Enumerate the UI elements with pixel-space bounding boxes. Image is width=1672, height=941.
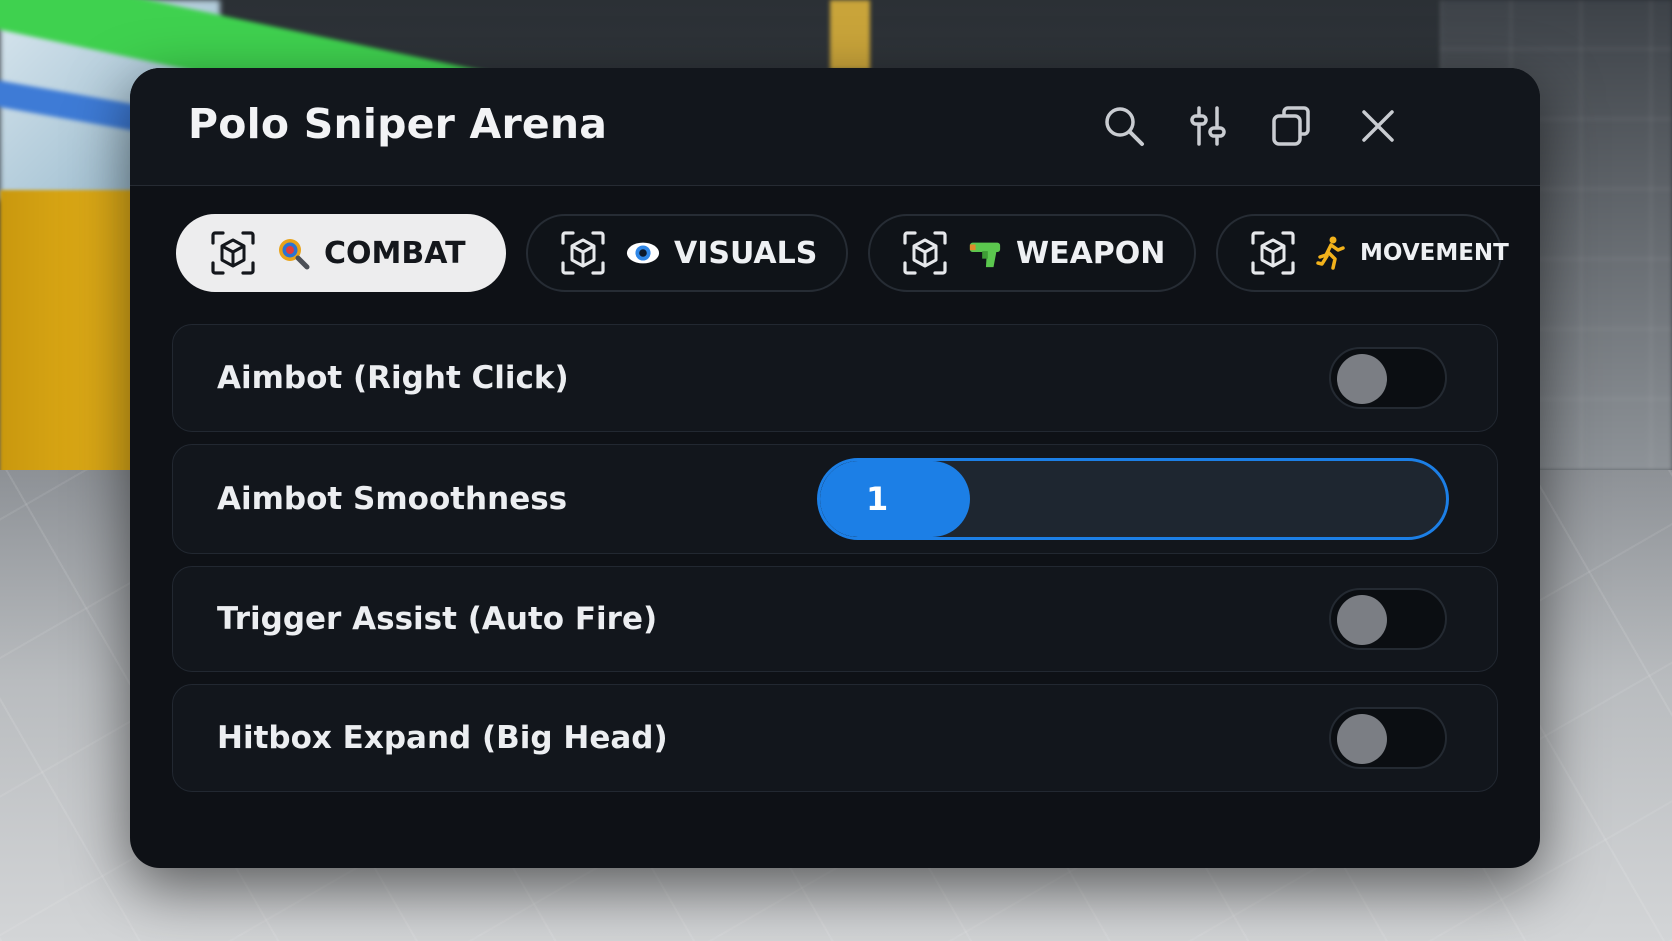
smoothness-slider[interactable]: 1 <box>817 458 1449 540</box>
tab-movement-label: MOVEMENT <box>1360 240 1509 266</box>
panel-header[interactable]: Polo Sniper Arena <box>130 68 1540 186</box>
option-row-aimbot: Aimbot (Right Click) <box>172 324 1498 432</box>
cheat-menu-panel: Polo Sniper Arena COMBAT VISUALS WEAPON … <box>130 68 1540 868</box>
sliders-icon[interactable] <box>1184 102 1232 150</box>
option-row-hitbox: Hitbox Expand (Big Head) <box>172 684 1498 792</box>
running-person-icon <box>1316 236 1346 270</box>
tab-weapon-label: WEAPON <box>1016 235 1166 271</box>
tab-movement[interactable]: MOVEMENT <box>1216 214 1509 292</box>
option-row-smoothness: Aimbot Smoothness 1 <box>172 444 1498 554</box>
close-icon[interactable] <box>1354 102 1402 150</box>
water-pistol-icon <box>968 236 1002 270</box>
tab-combat[interactable]: COMBAT <box>176 214 506 292</box>
aimbot-toggle[interactable] <box>1329 347 1447 409</box>
cube-icon <box>560 230 606 276</box>
eye-icon <box>626 236 660 270</box>
cube-icon <box>210 230 256 276</box>
target-magnifier-icon <box>276 236 310 270</box>
cube-icon <box>1250 230 1296 276</box>
aimbot-label: Aimbot (Right Click) <box>217 360 569 396</box>
trigger-toggle[interactable] <box>1329 588 1447 650</box>
hitbox-toggle-knob <box>1337 714 1387 764</box>
smoothness-slider-fill <box>820 461 970 537</box>
aimbot-toggle-knob <box>1337 354 1387 404</box>
smoothness-label: Aimbot Smoothness <box>217 481 568 517</box>
tab-visuals[interactable]: VISUALS <box>526 214 848 292</box>
tab-weapon[interactable]: WEAPON <box>868 214 1196 292</box>
tab-combat-label: COMBAT <box>324 235 466 271</box>
background-pillar <box>830 0 870 70</box>
trigger-label: Trigger Assist (Auto Fire) <box>217 601 658 637</box>
search-icon[interactable] <box>1100 102 1148 150</box>
option-row-trigger: Trigger Assist (Auto Fire) <box>172 566 1498 672</box>
smoothness-value: 1 <box>866 480 889 518</box>
trigger-toggle-knob <box>1337 595 1387 645</box>
hitbox-label: Hitbox Expand (Big Head) <box>217 720 668 756</box>
panel-title: Polo Sniper Arena <box>188 100 608 148</box>
copy-icon[interactable] <box>1268 102 1316 150</box>
tab-visuals-label: VISUALS <box>674 235 818 271</box>
cube-icon <box>902 230 948 276</box>
hitbox-toggle[interactable] <box>1329 707 1447 769</box>
